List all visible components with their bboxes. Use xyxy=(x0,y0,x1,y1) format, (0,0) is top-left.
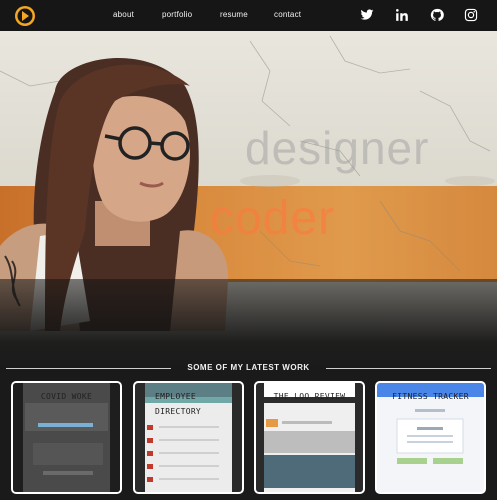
nav-link-about[interactable]: about xyxy=(113,10,134,19)
top-navbar: about portfolio resume contact xyxy=(0,0,497,31)
project-title: THE LOO REVIEW xyxy=(273,392,346,401)
hero-banner: designer coder xyxy=(0,31,497,370)
latest-work-header: SOME OF MY LATEST WORK xyxy=(0,360,497,376)
project-card-covid-woke[interactable]: COVID WOKE xyxy=(11,381,122,494)
github-icon[interactable] xyxy=(430,8,444,22)
project-card-the-loo-review[interactable]: THE LOO REVIEW xyxy=(254,381,365,494)
linkedin-icon[interactable] xyxy=(395,8,409,22)
twitter-icon[interactable] xyxy=(360,8,374,22)
project-card-employee-directory[interactable]: EMPLOYEE DIRECTORY xyxy=(133,381,244,494)
project-title: COVID WOKE xyxy=(40,392,93,401)
nav-link-contact[interactable]: contact xyxy=(274,10,301,19)
nav-link-resume[interactable]: resume xyxy=(220,10,248,19)
section-title: SOME OF MY LATEST WORK xyxy=(187,363,310,372)
logo-icon[interactable] xyxy=(13,4,37,28)
project-title: FITNESS TRACKER xyxy=(392,392,469,401)
nav-link-portfolio[interactable]: portfolio xyxy=(162,10,192,19)
hero-word-designer: designer xyxy=(245,122,430,174)
project-card-fitness-tracker[interactable]: FITNESS TRACKER xyxy=(375,381,486,494)
hero-fade-overlay xyxy=(0,279,497,370)
instagram-icon[interactable] xyxy=(464,8,478,22)
project-title: EMPLOYEE DIRECTORY xyxy=(155,392,202,416)
